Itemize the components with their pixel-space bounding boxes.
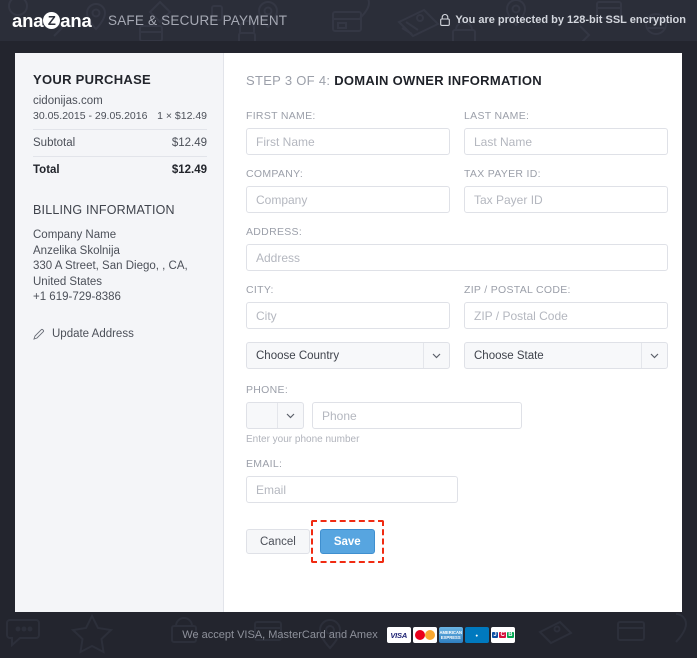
address-field-group: ADDRESS: — [246, 226, 668, 271]
last-name-field-group: LAST NAME: — [464, 110, 668, 155]
footer-text: We accept VISA, MasterCard and Amex — [182, 629, 378, 641]
address-input[interactable] — [246, 244, 668, 271]
first-name-label: FIRST NAME: — [246, 110, 316, 122]
pencil-icon — [33, 328, 45, 340]
phone-country-code-select[interactable] — [246, 402, 304, 429]
tax-payer-id-input[interactable] — [464, 186, 668, 213]
purchase-qty-price: 1 × $12.49 — [157, 110, 207, 122]
address-label: ADDRESS: — [246, 226, 303, 238]
first-name-input[interactable] — [246, 128, 450, 155]
subtotal-value: $12.49 — [171, 137, 207, 149]
country-select-value: Choose Country — [256, 349, 340, 362]
phone-label: PHONE: — [246, 384, 289, 396]
phone-field-group: PHONE: Enter your phone number — [246, 384, 668, 445]
billing-phone: +1 619-729-8386 — [33, 291, 121, 303]
cancel-button[interactable]: Cancel — [246, 529, 310, 554]
ssl-notice: You are protected by 128-bit SSL encrypt… — [440, 14, 686, 26]
first-name-field-group: FIRST NAME: — [246, 110, 450, 155]
billing-company: Company Name — [33, 229, 117, 241]
city-label: CITY: — [246, 284, 274, 296]
country-state-row: Choose Country Choose State — [246, 342, 668, 369]
total-row: Total $12.49 — [33, 157, 207, 183]
form-step-title: STEP 3 OF 4: DOMAIN OWNER INFORMATION — [246, 73, 668, 88]
lock-icon — [440, 14, 451, 26]
purchase-domain: cidonijas.com — [33, 95, 103, 107]
header-tagline: SAFE & SECURE PAYMENT — [108, 13, 288, 28]
page-header: ana Zana SAFE & SECURE PAYMENT You are pr… — [0, 0, 697, 41]
owner-information-form: STEP 3 OF 4: DOMAIN OWNER INFORMATION FI… — [224, 53, 682, 612]
country-field-group: Choose Country — [246, 342, 450, 369]
last-name-label: LAST NAME: — [464, 110, 530, 122]
state-select[interactable]: Choose State — [464, 342, 668, 369]
amex-card-icon: AMERICAN EXPRESS — [438, 627, 463, 643]
phone-help-text: Enter your phone number — [246, 434, 360, 445]
logo-text-second: ana — [60, 10, 92, 31]
tax-payer-id-field-group: TAX PAYER ID: — [464, 168, 668, 213]
update-address-link[interactable]: Update Address — [33, 328, 207, 340]
zip-field-group: ZIP / POSTAL CODE: — [464, 284, 668, 329]
zip-label: ZIP / POSTAL CODE: — [464, 284, 571, 296]
billing-name: Anzelika Skolnija — [33, 244, 120, 257]
country-select[interactable]: Choose Country — [246, 342, 450, 369]
diners-club-card-icon: ● — [464, 627, 489, 643]
logo-z-badge: Z — [43, 12, 61, 29]
phone-row — [246, 402, 668, 429]
logo-text-first: ana — [12, 10, 44, 31]
tax-payer-id-label: TAX PAYER ID: — [464, 168, 541, 180]
city-zip-row: CITY: ZIP / POSTAL CODE: — [246, 284, 668, 329]
page-footer: We accept VISA, MasterCard and Amex VISA… — [0, 612, 697, 658]
company-input[interactable] — [246, 186, 450, 213]
billing-address: 330 A Street, San Diego, , CA, United St… — [33, 260, 188, 288]
last-name-input[interactable] — [464, 128, 668, 155]
total-label: Total — [33, 164, 60, 176]
chevron-down-icon — [641, 343, 667, 368]
email-field-group: EMAIL: — [246, 458, 668, 503]
city-input[interactable] — [246, 302, 450, 329]
save-button[interactable]: Save — [319, 529, 375, 554]
chevron-down-icon — [277, 403, 303, 428]
zip-input[interactable] — [464, 302, 668, 329]
company-field-group: COMPANY: — [246, 168, 450, 213]
ssl-notice-text: You are protected by 128-bit SSL encrypt… — [455, 14, 686, 26]
purchase-item-row: 30.05.2015 - 29.05.2016 1 × $12.49 — [33, 110, 207, 130]
mastercard-card-icon — [412, 627, 437, 643]
accepted-cards: VISA AMERICAN EXPRESS ● JCB — [386, 627, 515, 643]
visa-card-icon: VISA — [386, 627, 411, 643]
total-value: $12.49 — [171, 164, 207, 176]
step-prefix: STEP 3 OF 4: — [246, 73, 335, 88]
address-row: ADDRESS: — [246, 226, 668, 271]
phone-input[interactable] — [312, 402, 522, 429]
state-field-group: Choose State — [464, 342, 668, 369]
state-select-value: Choose State — [474, 349, 544, 362]
checkout-card: YOUR PURCHASE cidonijas.com 30.05.2015 -… — [15, 53, 682, 612]
company-label: COMPANY: — [246, 168, 304, 180]
form-actions: Cancel Save — [246, 520, 668, 563]
purchase-heading: YOUR PURCHASE — [33, 72, 152, 87]
billing-heading: BILLING INFORMATION — [33, 203, 175, 217]
subtotal-row: Subtotal $12.49 — [33, 130, 207, 157]
subtotal-label: Subtotal — [33, 137, 76, 149]
step-title-text: DOMAIN OWNER INFORMATION — [334, 73, 542, 88]
jcb-card-icon: JCB — [490, 627, 515, 643]
email-input[interactable] — [246, 476, 458, 503]
purchase-period: 30.05.2015 - 29.05.2016 — [33, 110, 148, 122]
save-button-wrapper: Save — [310, 520, 384, 563]
email-label: EMAIL: — [246, 458, 283, 470]
city-field-group: CITY: — [246, 284, 450, 329]
brand-logo[interactable]: ana Zana — [12, 10, 92, 31]
chevron-down-icon — [423, 343, 449, 368]
update-address-label: Update Address — [52, 327, 134, 340]
name-row: FIRST NAME: LAST NAME: — [246, 110, 668, 155]
purchase-sidebar: YOUR PURCHASE cidonijas.com 30.05.2015 -… — [15, 53, 224, 612]
company-tax-row: COMPANY: TAX PAYER ID: — [246, 168, 668, 213]
